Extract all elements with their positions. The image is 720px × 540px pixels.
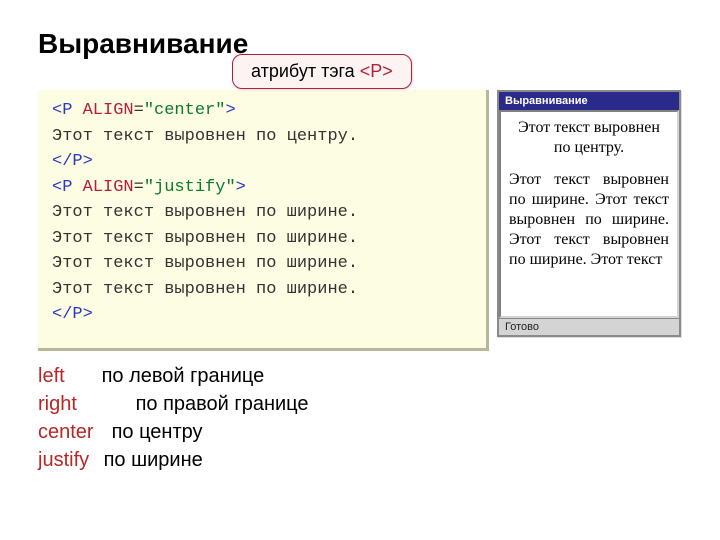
code-bracket: </ [52, 305, 72, 324]
code-eq: = [134, 178, 144, 197]
legend-row: right по правой границе [38, 390, 309, 418]
legend-keyword: justify [38, 446, 98, 474]
code-tag: P [62, 101, 72, 120]
legend-row: left по левой границе [38, 362, 309, 390]
legend-row: center по центру [38, 418, 309, 446]
legend-keyword: right [38, 390, 130, 418]
legend: left по левой границе right по правой гр… [38, 362, 309, 474]
code-text: Этот текст выровнен по центру. [52, 127, 358, 146]
window-statusbar: Готово [499, 318, 679, 335]
code-attr: ALIGN [72, 101, 133, 120]
code-text: Этот текст выровнен по ширине. [52, 203, 358, 222]
code-tag: P [72, 305, 82, 324]
code-val: "justify" [144, 178, 236, 197]
attribute-badge: атрибут тэга <P> [232, 54, 412, 89]
code-bracket: </ [52, 152, 72, 171]
code-bracket: > [236, 178, 246, 197]
code-bracket: > [83, 305, 93, 324]
preview-centered-text: Этот текст выровнен по центру. [509, 118, 669, 158]
code-text: Этот текст выровнен по ширине. [52, 280, 358, 299]
legend-desc: по левой границе [102, 365, 265, 387]
legend-desc: по правой границе [136, 393, 309, 415]
badge-label: атрибут тэга [251, 61, 360, 81]
code-attr: ALIGN [72, 178, 133, 197]
page-title: Выравнивание [38, 28, 248, 60]
code-text: Этот текст выровнен по ширине. [52, 229, 358, 248]
legend-keyword: left [38, 362, 96, 390]
window-body: Этот текст выровнен по центру. Этот текс… [499, 110, 679, 318]
window-titlebar: Выравнивание [499, 92, 679, 110]
badge-tag: <P> [360, 61, 393, 81]
code-bracket: > [83, 152, 93, 171]
legend-desc: по центру [112, 421, 203, 443]
code-bracket: > [225, 101, 235, 120]
code-val: "center" [144, 101, 226, 120]
code-example: <P ALIGN="center"> Этот текст выровнен п… [38, 90, 489, 351]
code-bracket: < [52, 101, 62, 120]
preview-window: Выравнивание Этот текст выровнен по цент… [497, 90, 681, 337]
code-bracket: < [52, 178, 62, 197]
code-text: Этот текст выровнен по ширине. [52, 254, 358, 273]
legend-row: justify по ширине [38, 446, 309, 474]
legend-keyword: center [38, 418, 106, 446]
code-tag: P [62, 178, 72, 197]
preview-justified-text: Этот текст выровнен по ширине. Этот текс… [509, 170, 669, 270]
legend-desc: по ширине [104, 449, 203, 471]
code-tag: P [72, 152, 82, 171]
code-eq: = [134, 101, 144, 120]
